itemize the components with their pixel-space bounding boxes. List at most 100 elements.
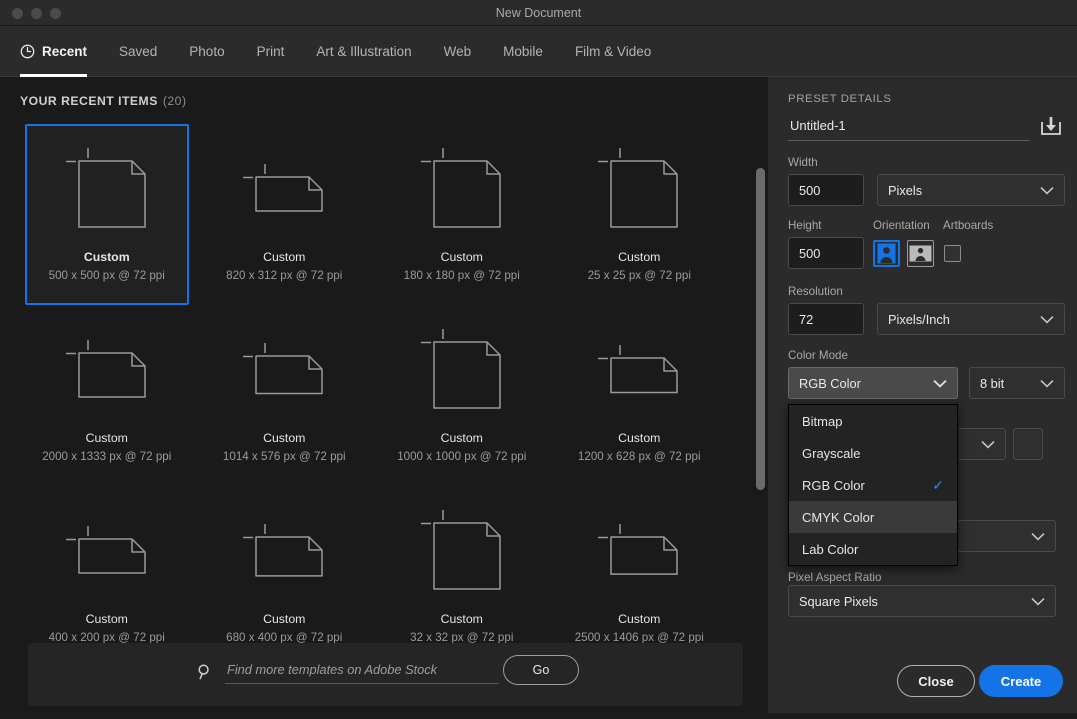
orientation-portrait-button[interactable]: [873, 240, 900, 267]
chevron-down-icon: [1031, 532, 1045, 541]
document-thumbnail-icon: [382, 140, 542, 238]
tab-art-illustration[interactable]: Art & Illustration: [300, 26, 427, 77]
artboards-checkbox[interactable]: [944, 245, 961, 262]
document-thumbnail-icon: [205, 321, 365, 419]
recent-item-title: Custom: [263, 431, 306, 445]
recent-item[interactable]: Custom 1000 x 1000 px @ 72 ppi: [380, 305, 544, 486]
recent-item[interactable]: Custom 400 x 200 px @ 72 ppi: [25, 486, 189, 667]
recent-item-dimensions: 180 x 180 px @ 72 ppi: [403, 269, 520, 282]
create-document-button[interactable]: Create: [979, 665, 1063, 697]
tab-label: Saved: [119, 44, 158, 59]
recent-item[interactable]: Custom 820 x 312 px @ 72 ppi: [203, 124, 367, 305]
color-mode-label: Color Mode: [788, 349, 848, 362]
pixel-aspect-ratio-select[interactable]: Square Pixels: [788, 585, 1056, 617]
adobe-stock-search-bar: Go: [28, 643, 743, 706]
close-dialog-button[interactable]: Close: [897, 665, 975, 697]
tab-label: Recent: [42, 44, 88, 59]
stock-search-input[interactable]: [225, 659, 499, 684]
recent-item-dimensions: 820 x 312 px @ 72 ppi: [226, 269, 343, 282]
stock-go-button[interactable]: Go: [503, 655, 579, 685]
height-input[interactable]: [788, 237, 864, 269]
tab-recent[interactable]: Recent: [20, 26, 103, 77]
recent-item[interactable]: Custom 25 x 25 px @ 72 ppi: [558, 124, 722, 305]
width-unit-select[interactable]: Pixels: [877, 174, 1065, 206]
preset-details-heading: PRESET DETAILS: [788, 93, 892, 105]
orientation-label: Orientation: [873, 219, 930, 232]
recent-item[interactable]: Custom 2500 x 1406 px @ 72 ppi: [558, 486, 722, 667]
save-preset-icon[interactable]: [1037, 115, 1065, 141]
recent-item-dimensions: 1014 x 576 px @ 72 ppi: [222, 450, 346, 463]
chevron-down-icon: [1031, 597, 1045, 606]
chevron-down-icon: [1040, 379, 1054, 388]
color-mode-option[interactable]: Grayscale: [789, 437, 957, 469]
recent-items-panel: YOUR RECENT ITEMS (20) Custom 500 x 500 px…: [0, 77, 768, 713]
document-name-input[interactable]: [788, 115, 1030, 141]
resolution-unit-value: Pixels/Inch: [888, 311, 950, 327]
color-mode-option-label: CMYK Color: [802, 509, 875, 525]
recent-item[interactable]: Custom 680 x 400 px @ 72 ppi: [203, 486, 367, 667]
document-thumbnail-icon: [27, 140, 187, 238]
tab-label: Print: [256, 44, 285, 59]
recent-item-title: Custom: [618, 431, 661, 445]
color-mode-value: RGB Color: [799, 375, 861, 391]
recent-item-dimensions: 25 x 25 px @ 72 ppi: [587, 269, 691, 282]
width-input[interactable]: [788, 174, 864, 206]
color-mode-option[interactable]: RGB Color ✓: [789, 469, 957, 501]
color-mode-option-label: Grayscale: [802, 445, 861, 461]
chevron-down-icon: [981, 440, 995, 449]
color-mode-option[interactable]: Lab Color: [789, 533, 957, 565]
document-thumbnail-icon: [27, 502, 187, 600]
tab-print[interactable]: Print: [241, 26, 301, 77]
recent-heading-label: YOUR RECENT ITEMS: [20, 94, 158, 108]
recent-item-title: Custom: [440, 431, 483, 445]
recent-item[interactable]: Custom 500 x 500 px @ 72 ppi: [25, 124, 189, 305]
document-thumbnail-icon: [205, 140, 365, 238]
recent-item-dimensions: 1000 x 1000 px @ 72 ppi: [397, 450, 527, 463]
recent-item-title: Custom: [263, 250, 306, 264]
recent-item-title: Custom: [618, 250, 661, 264]
color-mode-option-label: Bitmap: [802, 413, 843, 429]
tab-label: Mobile: [503, 44, 543, 59]
recent-item[interactable]: Custom 1200 x 628 px @ 72 ppi: [558, 305, 722, 486]
recent-scrollbar-thumb[interactable]: [756, 168, 765, 490]
bit-depth-select[interactable]: 8 bit: [969, 367, 1065, 399]
search-icon: [196, 663, 214, 681]
document-thumbnail-icon: [382, 321, 542, 419]
recent-item-title: Custom: [85, 612, 128, 626]
recent-item[interactable]: Custom 2000 x 1333 px @ 72 ppi: [25, 305, 189, 486]
recent-item[interactable]: Custom 180 x 180 px @ 72 ppi: [380, 124, 544, 305]
recent-items-row: Custom 400 x 200 px @ 72 ppi Custom 680 x 4…: [25, 486, 735, 667]
tab-saved[interactable]: Saved: [103, 26, 173, 77]
chevron-down-icon: [1040, 315, 1054, 324]
chevron-down-icon: [1040, 186, 1054, 195]
tab-web[interactable]: Web: [428, 26, 488, 77]
tab-mobile[interactable]: Mobile: [487, 26, 559, 77]
recent-item-title: Custom: [440, 250, 483, 264]
tab-list: Recent Saved Photo Print Art & Illustration W…: [20, 26, 667, 77]
check-icon: ✓: [932, 476, 944, 493]
recent-item-title: Custom: [618, 612, 661, 626]
recent-items-count: (20): [162, 94, 187, 108]
recent-items-row: Custom 2000 x 1333 px @ 72 ppi Custom 1014 …: [25, 305, 735, 486]
tab-film-video[interactable]: Film & Video: [559, 26, 667, 77]
background-color-swatch[interactable]: [1013, 428, 1043, 460]
preset-details-panel: PRESET DETAILS Width Pixels Height Orien…: [768, 77, 1077, 713]
color-mode-option[interactable]: Bitmap: [789, 405, 957, 437]
bit-depth-value: 8 bit: [980, 375, 1005, 391]
recent-item-dimensions: 2000 x 1333 px @ 72 ppi: [42, 450, 172, 463]
tab-photo[interactable]: Photo: [173, 26, 240, 77]
artboards-label: Artboards: [943, 219, 994, 232]
color-mode-select[interactable]: RGB Color: [788, 367, 958, 399]
recent-item[interactable]: Custom 1014 x 576 px @ 72 ppi: [203, 305, 367, 486]
resolution-input[interactable]: [788, 303, 864, 335]
color-mode-option[interactable]: CMYK Color: [789, 501, 957, 533]
color-mode-option-label: Lab Color: [802, 541, 859, 557]
document-thumbnail-icon: [560, 140, 720, 238]
orientation-landscape-button[interactable]: [907, 240, 934, 267]
resolution-unit-select[interactable]: Pixels/Inch: [877, 303, 1065, 335]
document-thumbnail-icon: [560, 321, 720, 419]
document-thumbnail-icon: [205, 502, 365, 600]
recent-item[interactable]: Custom 32 x 32 px @ 72 ppi: [380, 486, 544, 667]
document-thumbnail-icon: [560, 502, 720, 600]
color-mode-dropdown-menu[interactable]: Bitmap Grayscale RGB Color ✓ CMYK Color Lab C…: [788, 404, 958, 566]
